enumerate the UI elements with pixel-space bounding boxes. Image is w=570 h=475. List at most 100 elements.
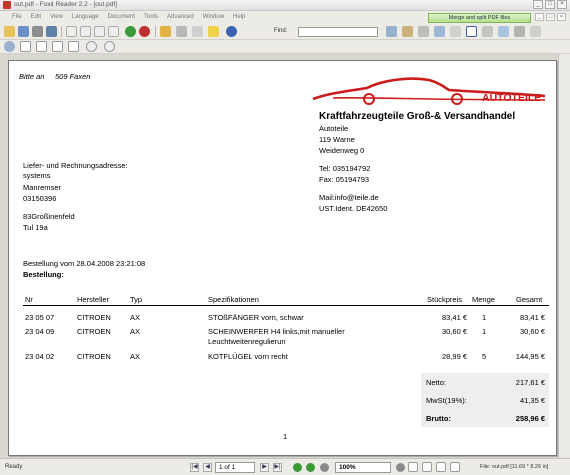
status-prev-page-button[interactable]: ◀ [203,463,212,472]
row-nr: 23 05 07 [25,313,55,322]
row-nr: 23 04 09 [25,327,55,336]
menu-document[interactable]: Document [108,14,135,20]
zoom-tool-icon[interactable] [450,26,461,37]
maximize-button[interactable]: □ [545,0,555,9]
last-page-icon[interactable] [108,26,119,37]
page-number: 1 [283,432,288,441]
menu-advanced[interactable]: Advanced [167,14,194,20]
secondary-toolbar [0,40,570,54]
single-page-icon[interactable] [408,462,418,472]
fax-recipient: 509 Faxen [55,72,91,81]
print-icon[interactable] [32,26,43,37]
foxit-app-icon [3,1,11,9]
go-back-icon[interactable] [125,26,136,37]
minimize-button[interactable]: _ [533,0,543,9]
row-spec: KOTFLÜGEL vorn recht [208,352,288,361]
doc-minimize-button[interactable]: _ [535,13,544,21]
find-next-icon[interactable] [386,26,397,37]
email-icon[interactable] [46,26,57,37]
order-heading: Bestellung: [23,270,64,279]
open-folder-icon[interactable] [4,26,15,37]
zoom-icon[interactable] [4,41,15,52]
status-first-page-button[interactable]: |◀ [190,463,199,472]
row-typ: AX [130,327,141,336]
row-hersteller: CITROEN [77,327,111,336]
row-hersteller: CITROEN [77,313,111,322]
company-line: Autoteile [319,124,349,133]
page-view-icon[interactable] [20,41,31,52]
status-back-icon[interactable] [293,463,302,472]
typewriter-icon[interactable] [192,26,203,37]
vertical-scrollbar[interactable] [558,54,570,458]
menu-file[interactable]: File [12,14,22,20]
facing-icon[interactable] [436,462,446,472]
zoom-level-select[interactable]: 100% [335,462,391,473]
merge-split-promo-button[interactable]: Merge and split PDF files [428,13,531,23]
doc-close-button[interactable]: × [557,13,566,21]
window-title: out.pdf - Foxit Reader 2.2 - [out.pdf] [14,1,117,8]
help-globe-icon[interactable] [226,26,237,37]
menu-window[interactable]: Window [203,14,224,20]
close-button[interactable]: × [557,0,567,9]
logo-text: AUTOTEILE [482,92,542,104]
note-icon[interactable] [208,26,219,37]
select-text-icon[interactable] [434,26,445,37]
company-tel: Tel: 035194792 [319,164,371,173]
next-page-icon[interactable] [94,26,105,37]
view-mode-icon[interactable] [498,26,509,37]
zoom-out-icon[interactable] [86,41,97,52]
fit-page-icon[interactable] [530,26,541,37]
previous-page-icon[interactable] [80,26,91,37]
save-icon[interactable] [18,26,29,37]
toolbar-separator [155,26,156,37]
page-number-input[interactable]: 1 of 1 [215,462,255,473]
text-select-active-icon[interactable] [466,26,477,37]
address-line: 03150396 [23,194,57,203]
company-line: 119 Warne [319,135,355,144]
text-tool-icon[interactable] [176,26,187,37]
status-last-page-button[interactable]: ▶| [273,463,282,472]
row-spec: SCHEINWERFER H4 links,mit manueller [208,327,345,336]
hand-tool-icon[interactable] [418,26,429,37]
pages-icon[interactable] [402,26,413,37]
document-window-controls: _ □ × [535,13,566,21]
bitte-an-label: Bitte an [19,72,45,81]
continuous-icon[interactable] [422,462,432,472]
stop-icon[interactable] [139,26,150,37]
find-input[interactable] [298,27,378,37]
status-next-page-button[interactable]: ▶ [260,463,269,472]
row-spec: STOßFÄNGER vorn, schwar [208,313,304,322]
find-label: Find: [274,28,288,34]
brutto-label: Brutto: [426,414,451,423]
fit-width-icon[interactable] [36,41,47,52]
company-fax: Fax: 05194793 [319,175,370,184]
status-forward-icon[interactable] [306,463,315,472]
pdf-page: Bitte an 509 Faxen AUTOTEILE Kraftfahrze… [8,60,557,456]
order-date: Bestellung vom 28.04.2008 23:21:08 [23,259,146,268]
status-zoom-out-icon[interactable] [320,463,329,472]
menu-help[interactable]: Help [233,14,245,20]
menu-language[interactable]: Language [72,14,99,20]
folder-icon[interactable] [160,26,171,37]
rotate-icon[interactable] [514,26,525,37]
row-gesamt: 30,60 € [519,327,545,336]
menu-tools[interactable]: Tools [144,14,158,20]
doc-restore-button[interactable]: □ [546,13,555,21]
first-page-icon[interactable] [66,26,77,37]
menu-edit[interactable]: Edit [31,14,41,20]
status-zoom-in-icon[interactable] [396,463,405,472]
snapshot-icon[interactable] [482,26,493,37]
status-ready: Ready [5,464,23,470]
actual-size-icon[interactable] [52,41,63,52]
row-gesamt: 144,95 € [515,352,545,361]
row-menge: 1 [482,313,487,322]
continuous-facing-icon[interactable] [450,462,460,472]
zoom-in-icon[interactable] [104,41,115,52]
document-viewport[interactable]: Bitte an 509 Faxen AUTOTEILE Kraftfahrze… [0,54,570,458]
continuous-view-icon[interactable] [68,41,79,52]
main-toolbar: Find: [0,24,570,40]
row-preis: 83,41 € [441,313,467,322]
row-menge: 5 [482,352,487,361]
menu-view[interactable]: View [50,14,63,20]
address-line: systems [23,171,51,180]
